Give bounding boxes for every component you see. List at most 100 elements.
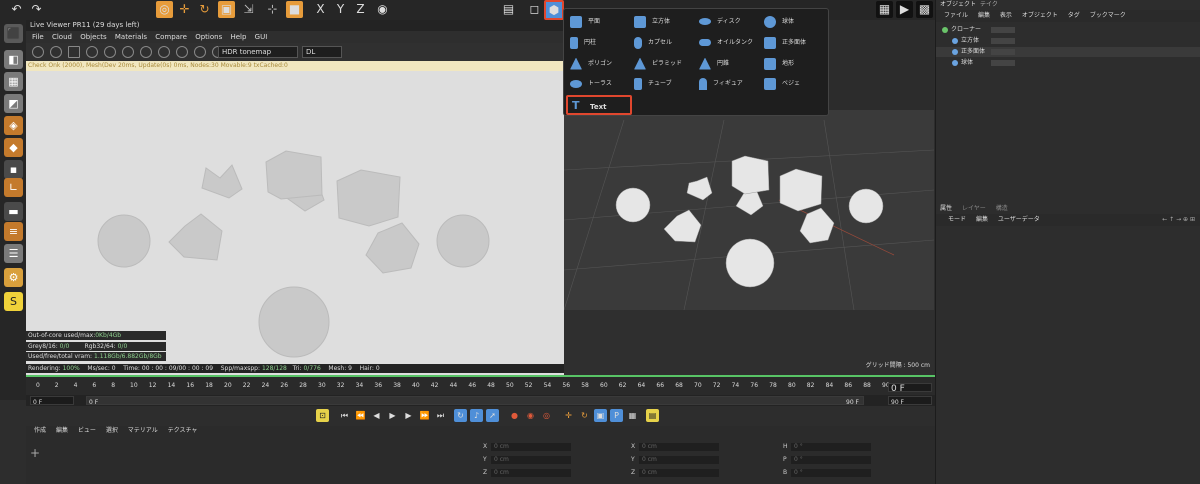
next-frame-icon[interactable]: ▶ — [402, 409, 415, 422]
axis-tool-icon[interactable]: ⊹ — [264, 1, 281, 18]
menu-options[interactable]: Options — [195, 33, 222, 41]
menu-material-jp[interactable]: マテリアル — [128, 427, 158, 434]
size-y-field[interactable]: 0 cm — [639, 456, 719, 464]
paint-icon[interactable]: ⚙ — [4, 268, 23, 287]
sphere-preview-icon[interactable] — [158, 46, 170, 58]
scale-key-icon[interactable]: ▣ — [594, 409, 607, 422]
workplane-icon[interactable]: ▬ — [4, 202, 23, 221]
menu-select-jp[interactable]: 選択 — [106, 427, 118, 434]
y-axis-icon[interactable]: Y — [332, 1, 349, 18]
add-material-icon[interactable]: + — [30, 446, 40, 460]
primitive-item-cone[interactable]: 円錐 — [699, 55, 729, 73]
menu-attr-edit-jp[interactable]: 編集 — [976, 216, 988, 223]
render-play-icon[interactable]: ▶ — [896, 1, 913, 18]
menu-help[interactable]: Help — [230, 33, 246, 41]
prev-key-icon[interactable]: ⏪ — [354, 409, 367, 422]
frame-range-slider[interactable]: 0 F 90 F — [86, 396, 864, 406]
menu-compare[interactable]: Compare — [155, 33, 187, 41]
cube-tool-icon[interactable]: ◧ — [4, 50, 23, 69]
primitive-item-landscape[interactable]: 地形 — [764, 55, 794, 73]
menu-create-jp[interactable]: 作成 — [34, 427, 46, 434]
primitive-item-sphere[interactable]: 球体 — [764, 13, 794, 31]
menu-edit-jp[interactable]: 編集 — [978, 12, 990, 19]
autokey-icon[interactable]: ◉ — [524, 409, 537, 422]
prev-frame-icon[interactable]: ◀ — [370, 409, 383, 422]
object-flags[interactable] — [991, 60, 1015, 66]
menu-file-jp[interactable]: ファイル — [944, 12, 968, 19]
size-z-field[interactable]: 0 cm — [639, 469, 719, 477]
object-mode-icon[interactable]: ■ — [286, 1, 303, 18]
menu-tag-jp[interactable]: タグ — [1068, 12, 1080, 19]
rot-p-field[interactable]: 0 ° — [791, 456, 871, 464]
schedule-icon[interactable]: ▤ — [646, 409, 659, 422]
polygons-mode-icon[interactable]: ▪ — [4, 160, 23, 179]
render-settings-icon[interactable]: ▦ — [876, 1, 893, 18]
menu-gui[interactable]: GUI — [255, 33, 268, 41]
object-row-sphere[interactable]: 球体 — [936, 58, 1200, 68]
timeline-ruler[interactable]: 0 2 4 6 8 10 12 14 16 18 20 22 24 26 28 30 32 34 36 38 40 42 4… — [36, 381, 916, 391]
script-icon[interactable]: S — [4, 292, 23, 311]
render-view-icon[interactable]: ◻ — [526, 1, 543, 18]
play-icon[interactable]: ▶ — [386, 409, 399, 422]
param-key-icon[interactable]: P — [610, 409, 623, 422]
axis-mode-icon[interactable]: ∟ — [4, 178, 23, 197]
primitive-item-tube[interactable]: チューブ — [634, 75, 672, 93]
cube-menu-icon[interactable]: ⬢ — [544, 0, 564, 20]
tab-layers[interactable]: レイヤー — [962, 205, 986, 212]
pla-key-icon[interactable]: ▦ — [626, 409, 639, 422]
primitive-item-text[interactable]: T Text — [566, 95, 632, 115]
lock-icon[interactable] — [104, 46, 116, 58]
rotate-tool-icon[interactable]: ↻ — [196, 1, 213, 18]
gear-icon[interactable] — [122, 46, 134, 58]
menu-bookmark-jp[interactable]: ブックマーク — [1090, 12, 1126, 19]
menu-view-jp[interactable]: 表示 — [1000, 12, 1012, 19]
object-flags[interactable] — [991, 38, 1015, 44]
menu-mat-edit-jp[interactable]: 編集 — [56, 427, 68, 434]
object-row-cloner[interactable]: クローナー — [936, 25, 1200, 35]
pos-z-field[interactable]: 0 cm — [491, 469, 571, 477]
keyselect-icon[interactable]: ◎ — [540, 409, 553, 422]
pos-key-icon[interactable]: ✛ — [562, 409, 575, 422]
keyframe-icon[interactable]: ⊡ — [316, 409, 329, 422]
rot-b-field[interactable]: 0 ° — [791, 469, 871, 477]
undo-icon[interactable]: ↶ — [8, 1, 25, 18]
transform-tool-icon[interactable]: ⇲ — [240, 1, 257, 18]
object-flags[interactable] — [991, 27, 1015, 33]
primitive-item-platonic[interactable]: 正多面体 — [764, 34, 806, 52]
menu-cloud[interactable]: Cloud — [52, 33, 72, 41]
object-flags[interactable] — [991, 49, 1015, 55]
select-tool-icon[interactable]: ◎ — [156, 1, 173, 18]
end-frame-field[interactable]: 90 F — [888, 396, 932, 406]
primitive-item-disc[interactable]: ディスク — [699, 13, 741, 31]
checker-tool-icon[interactable]: ▦ — [4, 72, 23, 91]
tonemap-select[interactable]: HDR tonemap — [218, 46, 298, 58]
rot-key-icon[interactable]: ↻ — [578, 409, 591, 422]
primitive-item-torus[interactable]: トーラス — [570, 75, 612, 93]
x-axis-icon[interactable]: X — [312, 1, 329, 18]
sound-icon[interactable]: ♪ — [470, 409, 483, 422]
cursor-icon[interactable]: ➚ — [486, 409, 499, 422]
layers-icon[interactable]: ☰ — [4, 244, 23, 263]
model-mode-icon[interactable]: ⬛ — [4, 24, 23, 43]
primitive-item-figure[interactable]: フィギュア — [699, 75, 743, 93]
record-icon[interactable]: ● — [508, 409, 521, 422]
timeline[interactable]: 0 2 4 6 8 10 12 14 16 18 20 22 24 26 28 30 32 34 36 38 40 42 4… — [26, 375, 935, 406]
refresh-icon[interactable] — [50, 46, 62, 58]
redo-icon[interactable]: ↷ — [28, 1, 45, 18]
primitive-item-bezier[interactable]: ベジェ — [764, 75, 800, 93]
go-end-icon[interactable]: ⏭ — [434, 409, 447, 422]
tab-objects[interactable]: オブジェクト — [940, 0, 976, 9]
menu-texture-jp[interactable]: テクスチャ — [168, 427, 198, 434]
menu-objects[interactable]: Objects — [80, 33, 106, 41]
tab-take[interactable]: テイク — [980, 0, 998, 9]
pause-icon[interactable] — [68, 46, 80, 58]
menu-materials[interactable]: Materials — [115, 33, 147, 41]
snap-icon[interactable]: ≡ — [4, 222, 23, 241]
tab-attributes[interactable]: 属性 — [940, 205, 952, 212]
material-preview-icon[interactable] — [176, 46, 188, 58]
rot-h-field[interactable]: 0 ° — [791, 443, 871, 451]
z-axis-icon[interactable]: Z — [352, 1, 369, 18]
pos-y-field[interactable]: 0 cm — [491, 456, 571, 464]
pick-icon[interactable] — [194, 46, 206, 58]
move-tool-icon[interactable]: ✛ — [176, 1, 193, 18]
